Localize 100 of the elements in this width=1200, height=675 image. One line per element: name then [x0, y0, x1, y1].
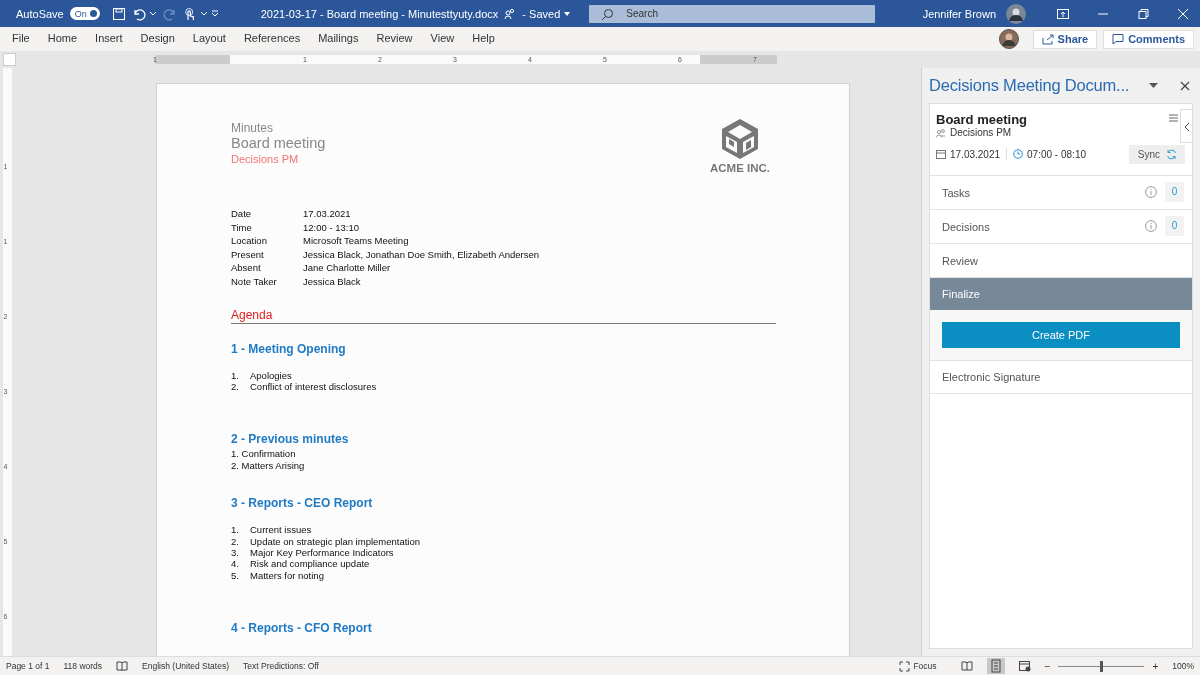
page-count[interactable]: Page 1 of 1 — [6, 661, 50, 671]
detail-value: Microsoft Teams Meeting — [303, 235, 410, 247]
create-pdf-button[interactable]: Create PDF — [942, 322, 1180, 348]
document-heading: Board meeting — [231, 135, 326, 151]
web-layout-icon[interactable] — [1018, 660, 1031, 672]
company-name: ACME INC. — [709, 162, 770, 174]
group-name: Decisions PM — [950, 127, 1012, 138]
list-number: 2. — [231, 380, 240, 393]
ribbon-tab[interactable]: Home — [39, 28, 86, 50]
focus-button[interactable]: Focus — [899, 660, 937, 672]
list-number: 1. — [231, 524, 240, 536]
restore-icon[interactable] — [1137, 8, 1149, 19]
avatar[interactable] — [1006, 3, 1026, 24]
detail-label: Location — [231, 235, 268, 247]
people-icon — [504, 7, 517, 20]
pane-section-tab[interactable]: Finalize — [930, 277, 1192, 310]
ribbon-tab[interactable]: Help — [464, 28, 503, 50]
touch-icon[interactable] — [182, 6, 197, 21]
meeting-title: Board meeting — [936, 112, 1028, 127]
avatar[interactable] — [998, 29, 1019, 49]
pane-title: Decisions Meeting Docum... — [929, 76, 1131, 95]
detail-value: Jane Charlotte Miller — [303, 262, 392, 274]
section-heading: 1 - Meeting Opening — [231, 341, 347, 356]
list-item: Apologies — [250, 369, 292, 381]
sync-icon — [1166, 148, 1177, 160]
save-status[interactable]: - Saved — [522, 7, 561, 20]
detail-value: 12:00 - 13:10 — [303, 221, 360, 234]
caret-icon[interactable] — [1149, 82, 1158, 89]
autosave-toggle[interactable]: On — [69, 7, 100, 20]
detail-label: Note Taker — [231, 275, 278, 288]
people-icon — [936, 127, 946, 138]
comment-icon — [1112, 33, 1125, 45]
list-item: Major Key Performance Indicators — [250, 546, 394, 558]
list-item: 2. Matters Arising — [231, 459, 305, 471]
ribbon-display-icon[interactable] — [1057, 8, 1069, 19]
close-icon[interactable] — [1180, 80, 1190, 91]
ribbon-tab[interactable]: View — [422, 28, 463, 50]
ribbon-tab[interactable]: Mailings — [310, 28, 367, 50]
zoom-in-button[interactable]: + — [1152, 660, 1159, 672]
save-icon[interactable] — [111, 6, 126, 21]
detail-value: Jessica Black, Jonathan Doe Smith, Elizabeth Andersen — [303, 248, 541, 261]
list-number: 2. — [231, 535, 240, 547]
document-kicker: Minutes — [231, 121, 275, 135]
count-badge: 0 — [1165, 182, 1184, 202]
list-item: Update on strategic plan implementation — [250, 535, 421, 547]
clock-icon — [1013, 149, 1024, 159]
list-number: 1. — [231, 369, 240, 381]
read-mode-icon[interactable] — [960, 661, 973, 671]
cube-logo-icon — [719, 118, 760, 160]
caret-icon[interactable] — [199, 9, 208, 18]
list-item: Current issues — [250, 524, 312, 536]
caret-icon[interactable] — [148, 9, 157, 18]
detail-label: Time — [231, 221, 253, 234]
document-title: 2021-03-17 - Board meeting - Minutesttyuty.docx — [260, 7, 499, 20]
ribbon-tab[interactable]: File — [4, 28, 38, 50]
count-badge: 0 — [1165, 216, 1184, 236]
meeting-date: 17.03.2021 — [950, 148, 1001, 160]
word-count[interactable]: 118 words — [63, 661, 103, 671]
ribbon-tab[interactable]: Insert — [87, 28, 131, 50]
ribbon-tab[interactable]: Design — [132, 28, 183, 50]
zoom-level[interactable]: 100% — [1172, 661, 1194, 671]
zoom-out-button[interactable]: − — [1044, 660, 1051, 672]
text-predictions[interactable]: Text Predictions: Off — [243, 661, 319, 671]
search-field[interactable]: Search — [589, 4, 876, 23]
search-icon — [601, 7, 615, 21]
list-item: Risk and compliance update — [250, 558, 370, 570]
list-number: 3. — [231, 546, 240, 559]
list-item: 1. Confirmation — [231, 448, 296, 460]
caret-icon[interactable] — [563, 9, 572, 18]
ribbon-tab[interactable]: Layout — [184, 28, 234, 50]
detail-value: Jessica Black — [303, 275, 362, 288]
ribbon-tab[interactable]: References — [235, 28, 309, 50]
pane-section-tab[interactable]: Electronic Signature — [930, 360, 1192, 394]
undo-icon[interactable] — [131, 6, 146, 21]
detail-label: Date — [231, 208, 253, 220]
detail-label: Present — [231, 248, 265, 261]
list-item: Conflict of interest disclosures — [250, 380, 377, 392]
document-subtitle: Decisions PM — [231, 153, 300, 165]
section-heading: 3 - Reports - CEO Report — [231, 496, 374, 511]
user-name[interactable]: Jennifer Brown — [922, 7, 996, 20]
sync-button[interactable]: Sync — [1128, 144, 1185, 164]
customize-icon[interactable] — [210, 9, 219, 18]
zoom-thumb[interactable] — [1100, 660, 1104, 672]
detail-value: 17.03.2021 — [303, 208, 352, 220]
share-button[interactable]: Share — [1032, 29, 1098, 49]
focus-icon — [899, 660, 911, 672]
language[interactable]: English (United States) — [142, 661, 229, 671]
ribbon-tab[interactable]: Review — [368, 28, 421, 50]
meeting-time: 07:00 - 08:10 — [1027, 148, 1086, 160]
list-number: 4. — [231, 558, 240, 570]
detail-label: Absent — [231, 262, 262, 274]
print-layout-icon[interactable] — [986, 658, 1005, 674]
book-icon[interactable] — [116, 661, 129, 671]
share-icon — [1041, 33, 1054, 45]
list-number: 5. — [231, 569, 240, 582]
redo-icon — [162, 6, 177, 21]
chevron-left-icon — [1183, 122, 1190, 131]
agenda-heading: Agenda — [231, 307, 776, 324]
section-heading: 2 - Previous minutes — [231, 432, 350, 447]
comments-button[interactable]: Comments — [1103, 29, 1194, 49]
